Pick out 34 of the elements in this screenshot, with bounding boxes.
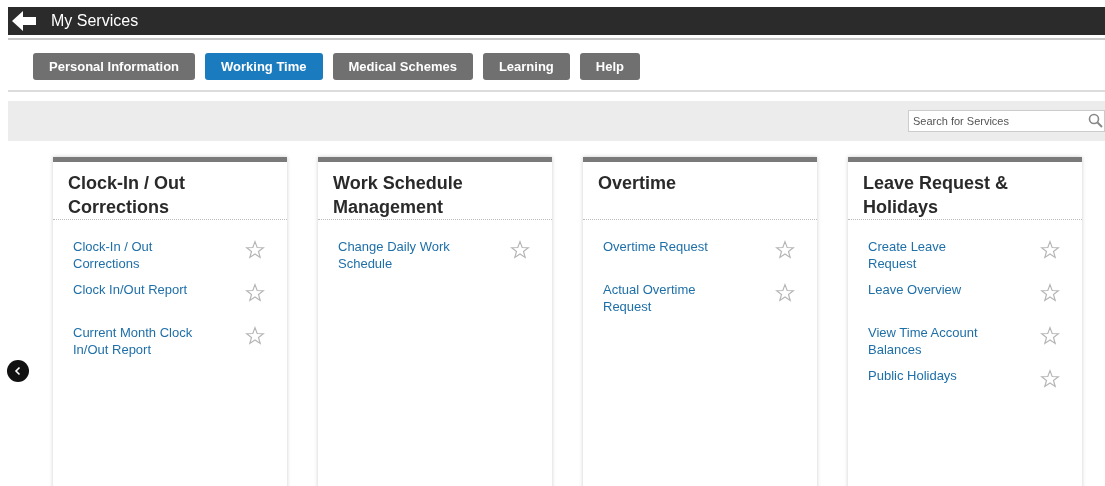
service-link[interactable]: Change Daily Work Schedule xyxy=(338,238,466,272)
page-title: My Services xyxy=(51,12,139,30)
search-icon[interactable] xyxy=(1088,113,1103,128)
tab[interactable]: Medical Schemes xyxy=(332,53,473,80)
star-icon[interactable] xyxy=(1040,283,1060,303)
service-link[interactable]: Clock-In / Out Corrections xyxy=(73,238,201,272)
service-link[interactable]: View Time Account Balances xyxy=(868,324,996,358)
tab[interactable]: Help xyxy=(579,53,640,80)
star-icon[interactable] xyxy=(1040,326,1060,346)
star-icon[interactable] xyxy=(775,283,795,303)
service-link[interactable]: Overtime Request xyxy=(603,238,731,255)
search-field[interactable]: Search for Services xyxy=(908,110,1105,132)
card-title: Overtime xyxy=(583,162,817,220)
star-icon[interactable] xyxy=(1040,369,1060,389)
service-link[interactable]: Current Month Clock In/Out Report xyxy=(73,324,201,358)
card-title: Work Schedule Management xyxy=(318,162,552,220)
service-link[interactable]: Leave Overview xyxy=(868,281,996,298)
tab[interactable]: Personal Information xyxy=(33,53,196,80)
star-icon[interactable] xyxy=(775,240,795,260)
back-arrow-icon[interactable] xyxy=(12,11,36,31)
service-link[interactable]: Public Holidays xyxy=(868,367,996,384)
service-link[interactable]: Create Leave Request xyxy=(868,238,996,272)
tab[interactable]: Working Time xyxy=(205,53,323,80)
star-icon[interactable] xyxy=(1040,240,1060,260)
star-icon[interactable] xyxy=(245,326,265,346)
scroll-left-button[interactable] xyxy=(7,360,29,382)
star-icon[interactable] xyxy=(245,283,265,303)
service-link[interactable]: Actual Overtime Request xyxy=(603,281,731,315)
service-link[interactable]: Clock In/Out Report xyxy=(73,281,201,298)
star-icon[interactable] xyxy=(245,240,265,260)
star-icon[interactable] xyxy=(510,240,530,260)
card-title: Leave Request & Holidays xyxy=(848,162,1082,220)
tab[interactable]: Learning xyxy=(482,53,570,80)
card-title: Clock-In / Out Corrections xyxy=(53,162,287,220)
